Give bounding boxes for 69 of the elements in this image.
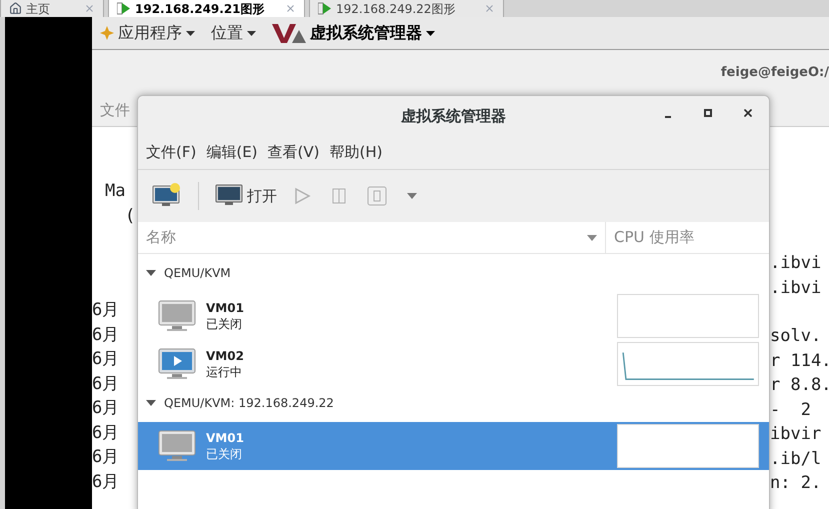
connection-label: QEMU/KVM — [164, 265, 231, 282]
terminal-line: .ib/l — [770, 448, 822, 470]
close-icon[interactable] — [285, 3, 296, 14]
close-button[interactable] — [741, 106, 755, 120]
caret-icon — [247, 30, 256, 36]
console-icon — [117, 2, 131, 15]
terminal-line: 6月 — [92, 299, 120, 322]
vm-name: VM02 — [206, 348, 245, 364]
terminal-line: 6月 — [92, 422, 120, 444]
menu-item[interactable]: 编辑(E) — [206, 141, 258, 164]
open-button[interactable]: 打开 — [211, 180, 281, 212]
close-icon[interactable] — [84, 3, 95, 14]
terminal-line: r 114. — [770, 350, 829, 372]
sparkle-icon — [100, 26, 114, 40]
vm-status: 已关闭 — [206, 316, 243, 332]
terminal-line: 6月 — [92, 397, 120, 420]
column-header[interactable]: CPU 使用率 — [606, 222, 769, 253]
menu-item[interactable]: 帮助(H) — [330, 141, 382, 164]
terminal-line: r 8.8. — [770, 374, 829, 397]
terminal-line: .ibvi — [770, 276, 822, 300]
terminal-line: 6月 — [92, 372, 120, 396]
app-logo-icon — [272, 22, 306, 44]
close-icon[interactable] — [484, 3, 495, 14]
monitor-star-icon — [152, 183, 182, 209]
sort-caret-icon — [587, 234, 597, 240]
terminal-line: .ibvi — [770, 252, 822, 275]
top-bar-menu[interactable]: 位置 — [211, 21, 256, 45]
vm-off-icon — [158, 300, 196, 332]
expander-icon[interactable] — [146, 398, 156, 408]
vm-row[interactable]: VM01 已关闭 — [138, 292, 769, 340]
menu-item[interactable]: 查看(V) — [268, 141, 320, 164]
window-title: 虚拟系统管理器 — [401, 106, 506, 127]
top-bar-menu[interactable]: 应用程序 — [100, 21, 195, 45]
connection-label: QEMU/KVM: 192.168.249.22 — [164, 395, 334, 412]
terminal-line: solv. — [770, 325, 822, 348]
terminal-line: ( — [124, 204, 136, 228]
top-bar-menu[interactable]: 虚拟系统管理器 — [272, 21, 435, 45]
pause-icon — [331, 187, 347, 205]
monitor-icon — [215, 184, 243, 208]
vm-status: 已关闭 — [206, 446, 243, 462]
power-icon — [367, 186, 387, 206]
vm-name: VM01 — [206, 430, 245, 446]
home-icon — [9, 2, 22, 15]
browser-tab[interactable]: 192.168.249.21图形 — [108, 0, 305, 17]
vm-name: VM01 — [206, 300, 245, 316]
play-icon — [293, 187, 311, 205]
caret-icon — [186, 30, 195, 36]
terminal-line: 6月 — [92, 446, 120, 469]
terminal-title: feige@feigeO:/ — [720, 64, 829, 82]
terminal-line: ibvir — [770, 423, 822, 446]
running-vm-icon — [158, 348, 196, 380]
vm-off-icon — [158, 430, 196, 462]
terminal-line: 6月 — [92, 324, 120, 346]
vm-status: 运行中 — [206, 364, 243, 380]
terminal-line: Ma — [105, 180, 126, 203]
browser-tab[interactable]: 主页 — [0, 0, 104, 17]
console-icon — [318, 2, 332, 15]
vm-row[interactable]: VM02 运行中 — [138, 340, 769, 388]
terminal-line: n: 2. — [770, 472, 822, 495]
browser-tab[interactable]: 192.168.249.22图形 — [309, 0, 504, 17]
menu-item[interactable]: 文件(F) — [146, 141, 196, 164]
maximize-button[interactable] — [701, 106, 715, 120]
terminal-line: 6月 — [92, 470, 120, 494]
column-header[interactable]: 名称 — [138, 222, 606, 253]
caret-icon — [407, 193, 417, 199]
terminal-line: - 2 — [770, 398, 812, 422]
caret-icon — [426, 30, 435, 36]
expander-icon[interactable] — [146, 268, 156, 278]
terminal-line: 6月 — [92, 348, 120, 371]
